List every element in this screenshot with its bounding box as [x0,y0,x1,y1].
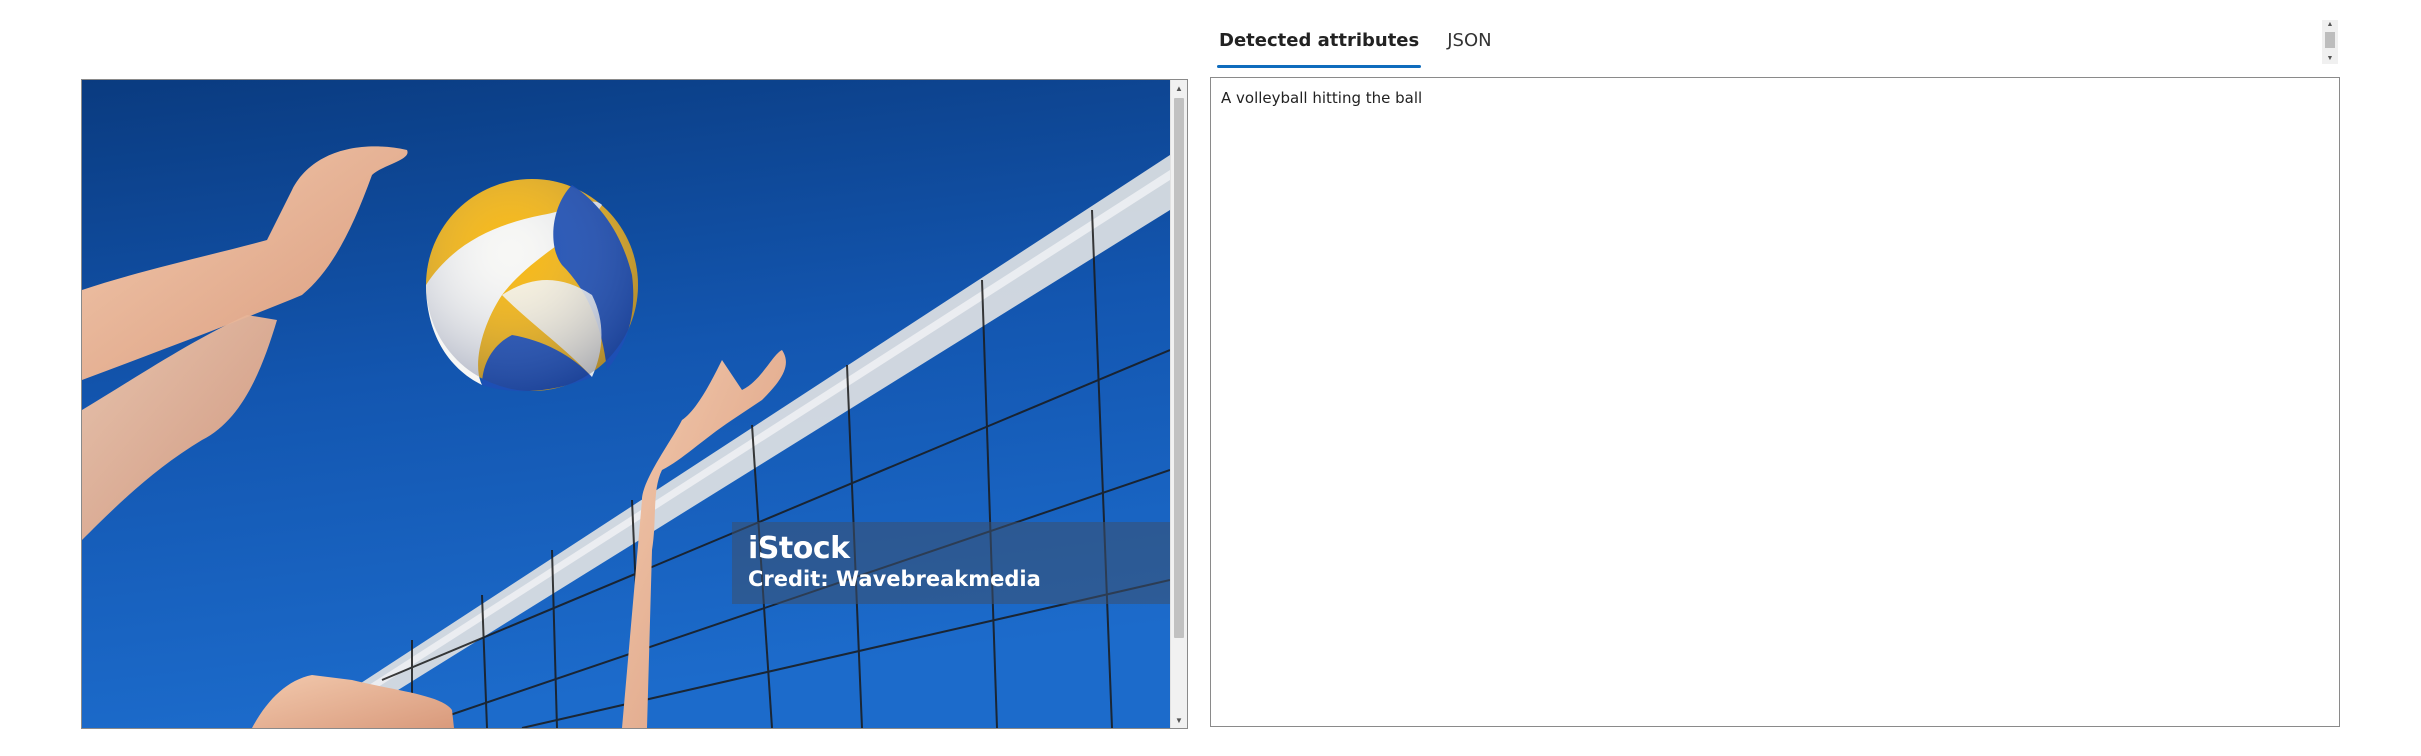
scroll-down-arrow-icon[interactable]: ▼ [2322,54,2338,64]
scroll-down-arrow-icon[interactable]: ▼ [1171,712,1187,728]
image-viewer: iStock Credit: Wavebreakmedia ▲ ▼ [81,79,1188,729]
image-vertical-scrollbar[interactable]: ▲ ▼ [1170,80,1187,728]
watermark-brand: iStock [748,531,850,566]
scrollbar-thumb[interactable] [1174,98,1184,638]
scroll-up-arrow-icon[interactable]: ▲ [1171,80,1187,96]
tab-json[interactable]: JSON [1447,28,1491,68]
volleyball-photo [82,80,1170,728]
scroll-up-arrow-icon[interactable]: ▲ [2322,20,2338,30]
istock-watermark: iStock Credit: Wavebreakmedia [732,522,1170,604]
tab-detected-attributes[interactable]: Detected attributes [1216,28,1422,68]
result-tabs: Detected attributes JSON [1216,28,1520,68]
tabs-scrollbar[interactable]: ▲ ▼ [2322,20,2338,64]
watermark-credit: Credit: Wavebreakmedia [748,567,1041,591]
attributes-text: A volleyball hitting the ball [1221,89,1423,107]
detected-attributes-panel: A volleyball hitting the ball [1210,77,2340,727]
scrollbar-thumb[interactable] [2325,32,2335,48]
